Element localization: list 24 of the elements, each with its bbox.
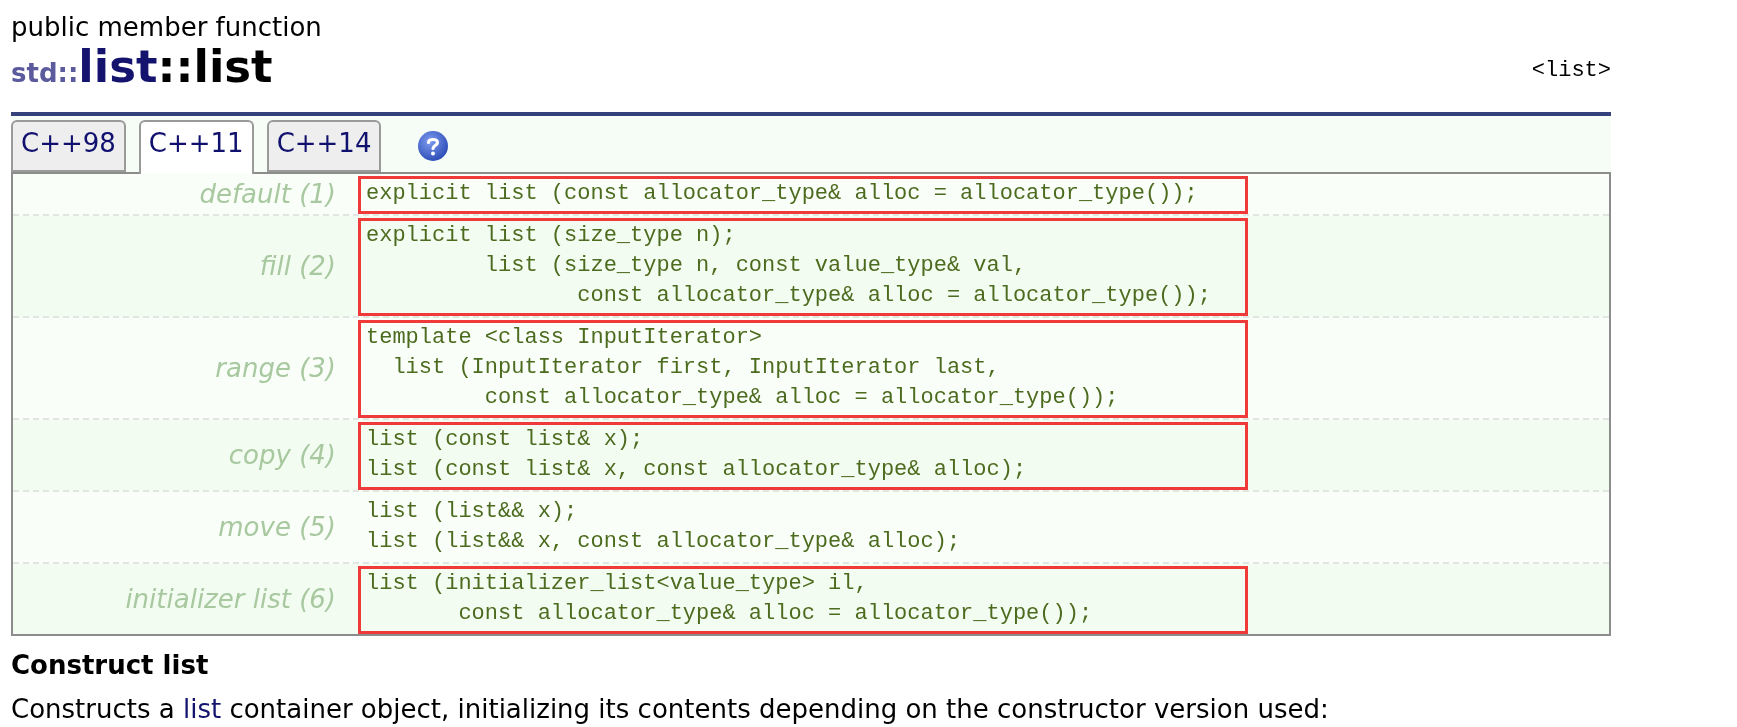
- description-text: Constructs a list container object, initializing its contents depending on the constructor version used:: [11, 693, 1329, 725]
- standard-tab[interactable]: C++14: [266, 120, 382, 172]
- namespace-prefix: std::: [11, 57, 79, 90]
- signature-code-text: list (initializer_list<value_type> il, const allocator_type& alloc = allocator_type());: [366, 570, 1093, 628]
- page-kind-label: public member function: [11, 12, 322, 42]
- variant-label: default (1): [199, 179, 336, 209]
- signature-code-text: list (const list& x); list (const list& x, const allocator_type& alloc);: [366, 426, 1027, 484]
- signature-code-text: template <class InputIterator> list (InputIterator first, InputIterator last, const allocator_type& alloc = allocator_type());: [366, 324, 1119, 412]
- class-name: list: [78, 42, 158, 92]
- variant-label: fill (2): [259, 251, 336, 281]
- section-heading: Construct list: [11, 649, 209, 681]
- member-name: ::list: [157, 42, 273, 92]
- variant-label: move (5): [218, 512, 336, 542]
- signature-code-text: explicit list (const allocator_type& alloc = allocator_type());: [366, 180, 1198, 208]
- variant-label: range (3): [215, 353, 336, 383]
- header-link[interactable]: <list>: [1531, 56, 1611, 86]
- standard-tab[interactable]: C++11: [138, 120, 254, 174]
- variant-label: initializer list (6): [125, 584, 336, 614]
- variant-label: copy (4): [228, 440, 336, 470]
- help-icon[interactable]: [418, 131, 449, 161]
- standard-tab[interactable]: C++98: [11, 120, 126, 172]
- signature-code-text: explicit list (size_type n); list (size_type n, const value_type& val, const allocator_type& alloc = allocator_type());: [366, 222, 1211, 310]
- list-link[interactable]: list: [182, 694, 222, 724]
- signature-code-text: list (list&& x); list (list&& x, const allocator_type& alloc);: [366, 498, 961, 556]
